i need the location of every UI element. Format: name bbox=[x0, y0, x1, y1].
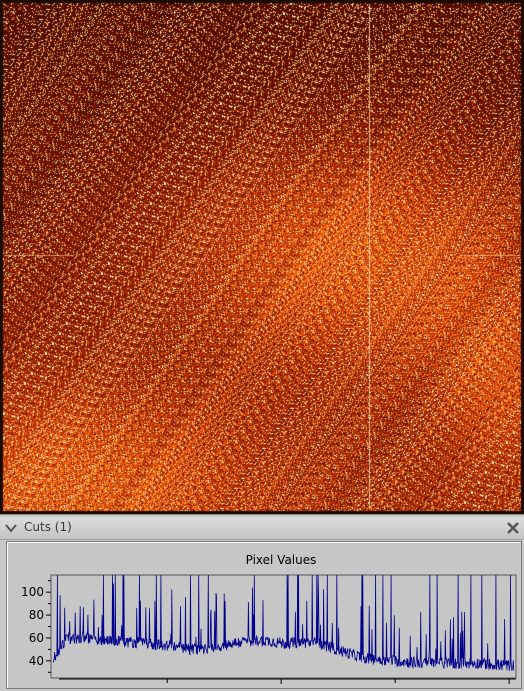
chevron-down-icon[interactable] bbox=[2, 519, 20, 537]
y-tick-label: 100 bbox=[21, 585, 44, 599]
close-icon[interactable] bbox=[504, 519, 522, 537]
plot-area bbox=[50, 574, 517, 679]
chart-title: Pixel Values bbox=[246, 553, 317, 567]
x-tick-label: 500 bbox=[270, 687, 293, 688]
y-tick-label: 40 bbox=[29, 654, 44, 668]
cuts-plot-frame: Pixel Values 40 60 80 100 500 1000 bbox=[6, 541, 522, 689]
image-view[interactable] bbox=[0, 0, 524, 514]
cuts-window-title: Cuts (1) bbox=[24, 520, 72, 534]
y-axis: 40 60 80 100 bbox=[21, 580, 51, 673]
cuts-titlebar[interactable]: Cuts (1) bbox=[0, 517, 524, 540]
x-tick-label: 1000 bbox=[494, 687, 521, 688]
astronomical-image[interactable] bbox=[0, 0, 524, 514]
y-tick-label: 80 bbox=[29, 608, 44, 622]
cuts-window: Cuts (1) Pixel Values 40 60 80 100 500 1000 bbox=[0, 514, 524, 691]
y-tick-label: 60 bbox=[29, 631, 44, 645]
x-axis: 500 1000 bbox=[59, 678, 521, 688]
pixel-values-chart[interactable]: Pixel Values 40 60 80 100 500 1000 bbox=[7, 542, 521, 688]
